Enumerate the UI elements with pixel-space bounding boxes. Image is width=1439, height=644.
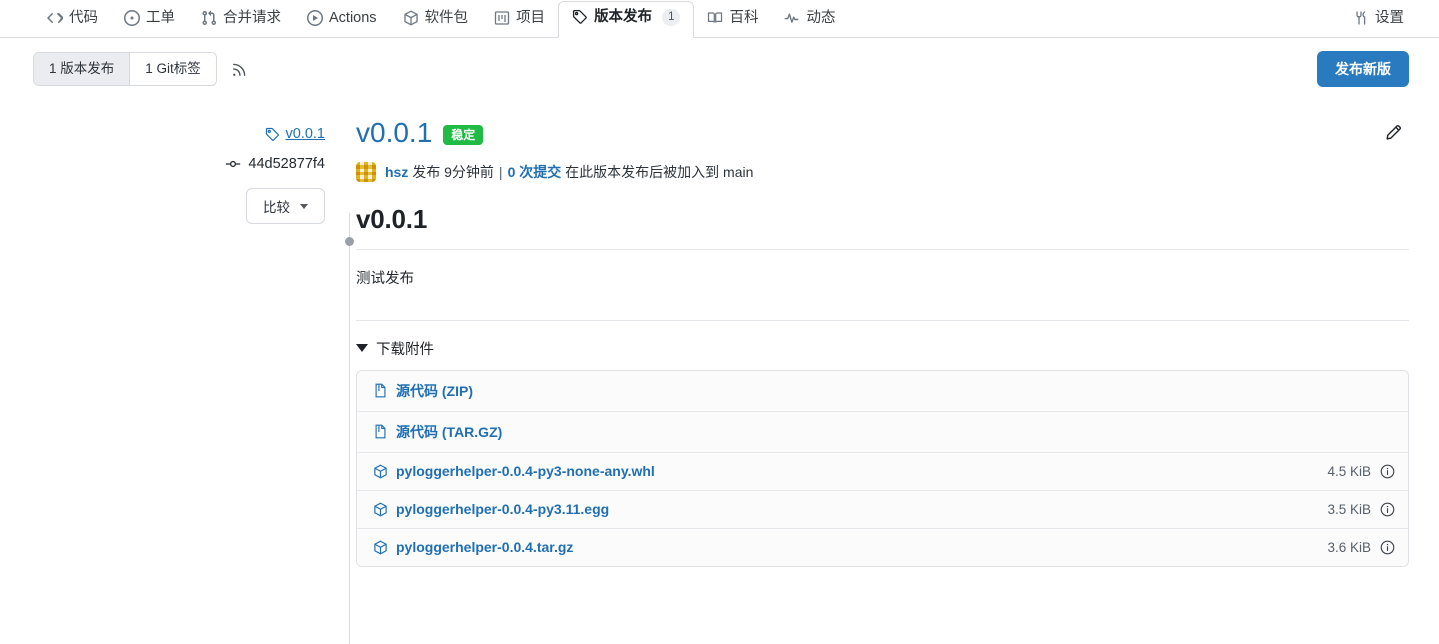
- release-tag-link[interactable]: v0.0.1: [286, 126, 326, 142]
- release-sidebar: v0.0.1 44d52877f4 比较: [33, 100, 345, 581]
- download-name: pyloggerhelper-0.0.4-py3-none-any.whl: [396, 463, 655, 480]
- tools-icon: [1353, 10, 1369, 26]
- repo-nav-right: 设置: [1340, 10, 1417, 37]
- releases-page: v0.0.1 44d52877f4 比较 v0.0.1 稳定 hsz 发布 9分…: [0, 100, 1439, 644]
- tag-icon: [572, 9, 588, 25]
- nav-item-projects[interactable]: 项目: [481, 10, 558, 37]
- nav-item-activity[interactable]: 动态: [771, 10, 848, 37]
- info-icon[interactable]: [1380, 540, 1395, 555]
- download-row: pyloggerhelper-0.0.4.tar.gz 3.6 KiB: [357, 527, 1408, 566]
- download-link-egg[interactable]: pyloggerhelper-0.0.4-py3.11.egg: [373, 501, 609, 517]
- nav-item-code[interactable]: 代码: [34, 10, 111, 37]
- nav-item-releases[interactable]: 版本发布 1: [558, 0, 695, 38]
- nav-item-releases-label: 版本发布: [594, 9, 653, 25]
- triangle-down-icon: [356, 344, 368, 353]
- pulse-icon: [784, 10, 800, 26]
- pencil-icon[interactable]: [1385, 118, 1409, 141]
- tab-git-tags[interactable]: 1 Git标签: [129, 52, 216, 86]
- file-zip-icon: [373, 424, 388, 439]
- nav-item-issues-label: 工单: [146, 9, 175, 26]
- repo-nav-bar: 代码 工单 合并请求 Actions 软件包 项目 版本发布 1 百科 动态 设…: [0, 0, 1439, 38]
- chevron-down-icon: [300, 203, 308, 209]
- downloads-list: 源代码 (ZIP) 源代码 (TAR.GZ) pyloggerhelper-0.…: [356, 369, 1409, 567]
- download-name: pyloggerhelper-0.0.4-py3.11.egg: [396, 501, 610, 518]
- code-icon: [47, 10, 63, 26]
- release-description: 测试发布: [356, 270, 414, 287]
- info-icon[interactable]: [1380, 502, 1395, 517]
- release-commit-row: 44d52877f4: [33, 156, 325, 172]
- play-icon: [307, 10, 323, 26]
- info-icon[interactable]: [1380, 464, 1395, 479]
- download-row: 源代码 (ZIP): [357, 370, 1408, 411]
- compare-button[interactable]: 比较: [246, 188, 325, 224]
- download-size: 3.5 KiB: [1327, 501, 1371, 517]
- git-pull-request-icon: [201, 10, 217, 26]
- download-row: 源代码 (TAR.GZ): [357, 410, 1408, 452]
- meta-separator: |: [498, 163, 503, 180]
- nav-item-code-label: 代码: [69, 9, 98, 26]
- release-meta: hsz 发布 9分钟前 | 0 次提交 在此版本发布后被加入到 main: [356, 161, 1409, 182]
- avatar: [356, 161, 376, 182]
- nav-item-actions[interactable]: Actions: [294, 10, 390, 37]
- nav-item-actions-label: Actions: [329, 9, 377, 26]
- release-main: v0.0.1 稳定 hsz 发布 9分钟前 | 0 次提交 在此版本发布后被加入…: [345, 100, 1409, 581]
- download-name: 源代码 (ZIP): [396, 382, 473, 399]
- download-size: 4.5 KiB: [1327, 463, 1371, 479]
- nav-item-packages-label: 软件包: [424, 9, 469, 26]
- release-header-row: v0.0.1 稳定: [356, 117, 1409, 149]
- nav-item-wiki[interactable]: 百科: [694, 10, 771, 37]
- download-size: 3.6 KiB: [1327, 539, 1371, 555]
- git-commit-icon: [225, 156, 241, 172]
- release-author-link[interactable]: hsz: [385, 164, 408, 180]
- release-commit-hash[interactable]: 44d52877f4: [248, 156, 325, 172]
- release-tag-link-row: v0.0.1: [33, 126, 325, 142]
- nav-item-packages[interactable]: 软件包: [390, 10, 482, 37]
- download-link-source-zip[interactable]: 源代码 (ZIP): [373, 381, 473, 401]
- download-name: 源代码 (TAR.GZ): [396, 423, 503, 440]
- nav-item-pull-requests[interactable]: 合并请求: [188, 10, 294, 37]
- releases-toolbar: 1 版本发布 1 Git标签 发布新版: [0, 38, 1439, 100]
- stable-badge: 稳定: [443, 125, 484, 146]
- tab-releases[interactable]: 1 版本发布: [34, 52, 130, 86]
- nav-item-pull-requests-label: 合并请求: [223, 9, 281, 26]
- release-time: 9分钟前: [444, 163, 494, 180]
- file-zip-icon: [373, 383, 388, 398]
- release-published-text: 发布: [412, 163, 441, 180]
- tag-icon: [265, 127, 280, 142]
- rss-icon[interactable]: [231, 61, 248, 78]
- download-row: pyloggerhelper-0.0.4-py3-none-any.whl 4.…: [357, 451, 1408, 490]
- issue-opened-icon: [124, 10, 140, 26]
- download-link-source-targz[interactable]: 源代码 (TAR.GZ): [373, 422, 502, 442]
- download-name: pyloggerhelper-0.0.4.tar.gz: [396, 539, 574, 556]
- downloads-section-header[interactable]: 下载附件: [356, 321, 1409, 370]
- download-row: pyloggerhelper-0.0.4-py3.11.egg 3.5 KiB: [357, 489, 1408, 528]
- compare-button-label: 比较: [263, 200, 290, 215]
- nav-item-wiki-label: 百科: [729, 9, 759, 26]
- download-link-wheel[interactable]: pyloggerhelper-0.0.4-py3-none-any.whl: [373, 463, 655, 479]
- package-icon: [373, 464, 388, 479]
- releases-tags-switch: 1 版本发布 1 Git标签: [33, 51, 217, 87]
- release-commits-link[interactable]: 0 次提交: [508, 162, 562, 182]
- package-icon: [373, 502, 388, 517]
- release-body-title: v0.0.1: [356, 203, 428, 234]
- new-release-button[interactable]: 发布新版: [1317, 50, 1409, 88]
- release-since-text: 在此版本发布后被加入到 main: [565, 163, 754, 180]
- nav-item-projects-label: 项目: [516, 9, 546, 26]
- release-title-wrap: v0.0.1 稳定: [356, 117, 484, 149]
- book-icon: [707, 10, 723, 26]
- package-icon: [373, 540, 388, 555]
- nav-item-settings[interactable]: 设置: [1340, 10, 1417, 37]
- package-icon: [403, 10, 419, 26]
- releases-count-badge: 1: [662, 8, 681, 26]
- downloads-section-label: 下载附件: [376, 341, 434, 358]
- repo-nav-items: 代码 工单 合并请求 Actions 软件包 项目 版本发布 1 百科 动态: [34, 0, 848, 38]
- download-link-tarball[interactable]: pyloggerhelper-0.0.4.tar.gz: [373, 539, 573, 555]
- nav-item-activity-label: 动态: [806, 9, 836, 26]
- nav-item-issues[interactable]: 工单: [111, 10, 188, 37]
- nav-item-settings-label: 设置: [1375, 9, 1404, 26]
- project-icon: [494, 10, 510, 26]
- release-title-link[interactable]: v0.0.1: [356, 117, 432, 149]
